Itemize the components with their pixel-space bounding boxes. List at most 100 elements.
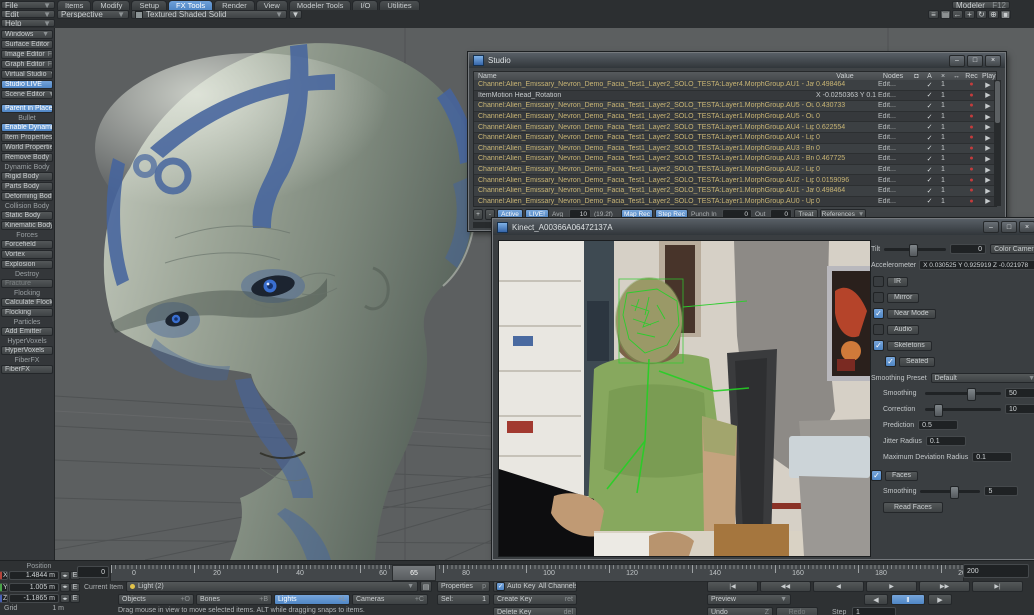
axis-stepper[interactable]: ◂▸ [60,583,70,592]
sidebar-item-parent-in-place[interactable]: Parent in Place [1,104,53,113]
sidebar-item-studio-live[interactable]: Studio LIVE [1,80,53,89]
color-camera-button[interactable]: Color Camera [990,244,1034,254]
sidebar-item-kinematic-body[interactable]: Kinematic Body [1,221,53,230]
table-row[interactable]: Channel:Alien_Emissary_Nevron_Demo_Facia… [474,112,996,123]
sidebar-item-rigid-body[interactable]: Rigid Body [1,172,53,181]
kinect-titlebar[interactable]: Kinect_A00366A06472137A – □ × [493,219,1034,235]
tilt-value-field[interactable]: 0 [950,244,986,254]
sidebar-item-hypervoxels[interactable]: HyperVoxels [1,346,53,355]
play-reverse-button[interactable]: ◀ [864,594,888,605]
smoothing-preset-dropdown[interactable]: Default ▼ [931,373,1034,383]
record-toggle[interactable]: ● [963,92,980,99]
back-icon[interactable]: ← [952,10,963,19]
maximum-deviation-radius-field[interactable]: 0.1 [972,452,1012,462]
sidebar-item-static-body[interactable]: Static Body [1,211,53,220]
table-row[interactable]: Channel:Alien_Emissary_Nevron_Demo_Facia… [474,165,996,176]
file-menu[interactable]: File ▼ [1,1,55,9]
table-row[interactable]: Channel:Alien_Emissary_Nevron_Demo_Facia… [474,80,996,91]
modeler-button[interactable]: Modeler F12 [952,1,1010,9]
sidebar-item-explosion[interactable]: Explosion [1,260,53,269]
table-row[interactable]: Channel:Alien_Emissary_Nevron_Demo_Facia… [474,154,996,165]
pan-icon[interactable]: + [964,10,975,19]
maximize-button[interactable]: □ [967,55,983,67]
edit-menu[interactable]: Edit ▼ [1,10,55,18]
active-checkbox[interactable]: ✓ [923,113,936,121]
table-row[interactable]: Channel:Alien_Emissary_Nevron_Demo_Facia… [474,197,996,207]
record-toggle[interactable]: ● [963,113,980,120]
axis-stepper[interactable]: ◂▸ [60,571,70,580]
sidebar-item-fiberfx[interactable]: FiberFX [1,365,53,374]
read-faces-button[interactable]: Read Faces [883,502,943,513]
smoothing-slider[interactable] [925,392,1001,395]
mirror-checkbox[interactable] [873,292,884,303]
tab-setup[interactable]: Setup [131,0,167,10]
active-checkbox[interactable]: ✓ [923,81,936,89]
sidebar-item-image-editor[interactable]: Image EditorF6 [1,50,53,59]
item-list-button[interactable]: ▤ [420,581,432,592]
audio-checkbox[interactable] [873,324,884,335]
close-button[interactable]: × [985,55,1001,67]
sidebar-item-forcefield[interactable]: Forcefield [1,240,53,249]
minimize-button[interactable]: – [983,221,999,233]
go-start-button[interactable]: |◀ [707,581,758,592]
end-frame-field[interactable]: 200 [963,564,1029,578]
help-menu[interactable]: Help ▼ [1,19,55,27]
step-value-field[interactable]: 1 [852,607,896,615]
undo-button[interactable]: Undo Z [707,607,773,615]
edit-nodes-button[interactable]: Edit... [876,81,910,88]
edit-nodes-button[interactable]: Edit... [876,92,910,99]
record-toggle[interactable]: ● [963,155,980,162]
record-toggle[interactable]: ● [963,134,980,141]
near-mode-checkbox[interactable]: ✓ [873,308,884,319]
prev-keyframe-button[interactable]: ◀◀ [760,581,811,592]
envelope-button[interactable]: E [70,594,80,603]
tab-i-o[interactable]: I/O [352,0,378,10]
lock-icon[interactable]: ◘ [910,73,923,80]
table-row[interactable]: Channel:Alien_Emissary_Nevron_Demo_Facia… [474,122,996,133]
envelope-button[interactable]: E [70,583,80,592]
sidebar-item-add-emitter[interactable]: Add Emitter [1,327,53,336]
jitter-radius-field[interactable]: 0.1 [926,436,966,446]
tab-view[interactable]: View [256,0,288,10]
sidebar-item-remove-body[interactable]: Remove Body [1,153,53,162]
sidebar-item-deforming-body[interactable]: Deforming Body [1,192,53,201]
column-header-name[interactable]: Name [474,73,814,80]
edit-nodes-button[interactable]: Edit... [876,124,910,131]
active-checkbox[interactable]: ✓ [923,197,936,205]
table-row[interactable]: ItemMotion Head_RotationX -0.0250363 Y 0… [474,91,996,102]
minimize-button[interactable]: – [949,55,965,67]
edit-nodes-button[interactable]: Edit... [876,166,910,173]
rotate-icon[interactable]: ↻ [976,10,987,19]
close-button[interactable]: × [1019,221,1034,233]
properties-button[interactable]: Properties p [437,581,490,592]
fit-icon[interactable]: ▣ [1000,10,1011,19]
column-header-nodes[interactable]: Nodes [876,73,910,80]
column-header-value[interactable]: Value [814,73,876,80]
preview-dropdown[interactable]: Preview ▼ [707,594,791,605]
record-toggle[interactable]: ● [963,102,980,109]
auto-key-checkbox[interactable]: ✓ [496,582,505,591]
active-checkbox[interactable]: ✓ [923,134,936,142]
table-row[interactable]: Channel:Alien_Emissary_Nevron_Demo_Facia… [474,133,996,144]
cameras-button[interactable]: Cameras+C [352,594,428,605]
footer--button[interactable]: + [473,209,483,220]
next-frame-button[interactable]: ▶ [866,581,917,592]
timeline-ruler[interactable]: 020406080100120140160180200 65 [110,564,964,582]
sidebar-item-virtual-studio[interactable]: Virtual Studio▼ [1,70,53,79]
sidebar-item-enable-dynamics[interactable]: Enable Dynamics [1,123,53,132]
edit-nodes-button[interactable]: Edit... [876,102,910,109]
sidebar-item-scene-editor[interactable]: Scene Editor▼ [1,90,53,99]
z-position-value[interactable]: -1.1865 m [9,594,59,603]
table-row[interactable]: Channel:Alien_Emissary_Nevron_Demo_Facia… [474,101,996,112]
zoom-icon[interactable]: ⊕ [988,10,999,19]
column-header-a[interactable]: A [923,73,936,80]
auto-key-button[interactable]: ✓ Auto Key All Channels ▼ [493,581,577,592]
tab-modeler-tools[interactable]: Modeler Tools [289,0,352,10]
active-checkbox[interactable]: ✓ [923,155,936,163]
active-checkbox[interactable]: ✓ [923,166,936,174]
sidebar-item-flocking[interactable]: Flocking [1,308,53,317]
shading-mode-dropdown[interactable]: Textured Shaded Solid ▼ [131,10,287,19]
correction-slider[interactable] [925,408,1001,411]
sidebar-item-surface-editor[interactable]: Surface EditorF5 [1,40,53,49]
tab-modify[interactable]: Modify [92,0,130,10]
